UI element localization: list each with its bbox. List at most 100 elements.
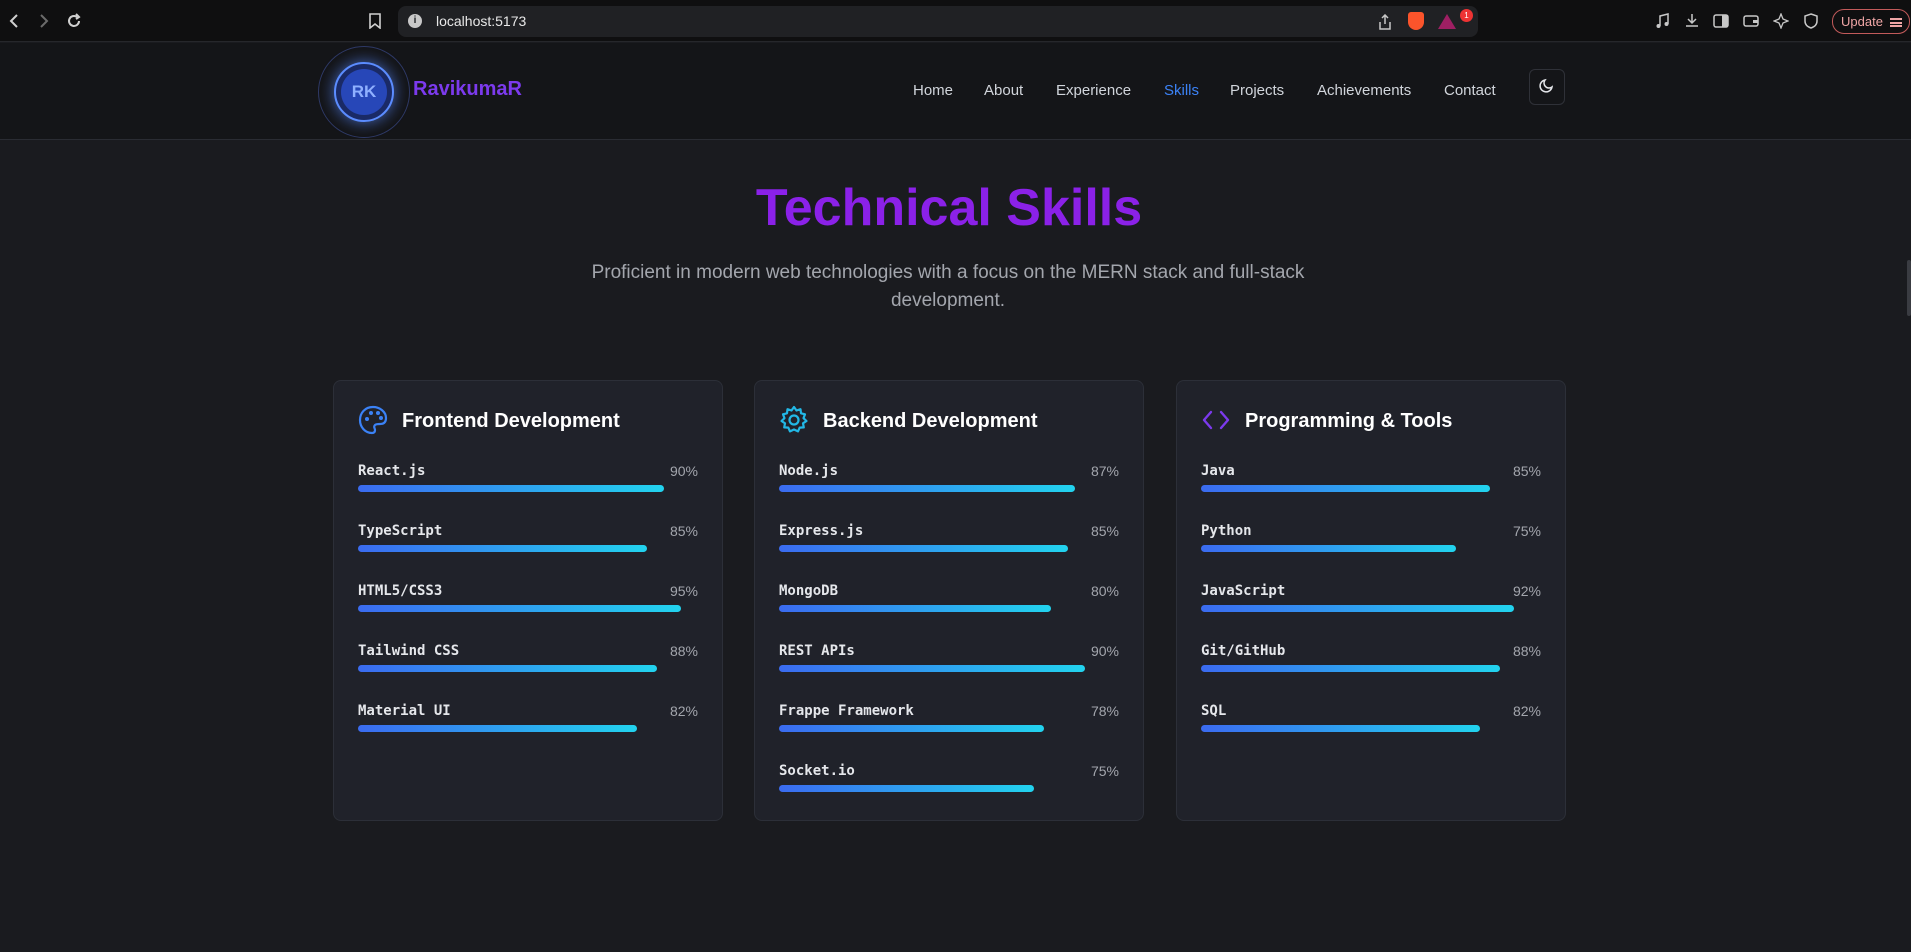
nav-home[interactable]: Home: [913, 82, 953, 99]
skill-name: Java: [1201, 463, 1235, 479]
url-text: localhost:5173: [436, 13, 527, 29]
skill-item: JavaScript 92%: [1201, 583, 1541, 619]
media-icon[interactable]: [1654, 12, 1672, 30]
site-info-icon[interactable]: i: [408, 14, 422, 28]
progress-fill: [1201, 665, 1501, 672]
skill-name: MongoDB: [779, 583, 839, 599]
progress-fill: [1201, 605, 1514, 612]
progress-fill: [779, 545, 1068, 552]
skill-item: REST APIs 90%: [779, 643, 1119, 679]
site-header: RK RavikumaR Home About Experience Skill…: [0, 43, 1911, 140]
skill-card-tools: Programming & Tools Java 85% Python 75% …: [1176, 380, 1566, 821]
brave-shields-icon[interactable]: [1408, 12, 1424, 30]
skill-percent: 90%: [669, 463, 698, 479]
progress-fill: [358, 665, 658, 672]
skill-item: Python 75%: [1201, 523, 1541, 559]
skill-name: SQL: [1201, 703, 1227, 719]
wallet-icon[interactable]: [1742, 12, 1760, 30]
skill-name: Material UI: [358, 703, 451, 719]
card-title: Programming & Tools: [1245, 410, 1453, 432]
skill-item: Express.js 85%: [779, 523, 1119, 559]
share-icon[interactable]: [1378, 14, 1392, 30]
logo-initials: RK: [341, 69, 387, 115]
progress-track: [779, 485, 1119, 492]
progress-fill: [779, 665, 1085, 672]
notification-badge: 1: [1460, 9, 1473, 22]
section-subtitle: Proficient in modern web technologies wi…: [591, 262, 1305, 311]
progress-track: [779, 785, 1119, 792]
progress-track: [358, 485, 698, 492]
progress-track: [358, 605, 698, 612]
back-icon[interactable]: [4, 11, 24, 31]
skill-percent: 80%: [1090, 583, 1119, 599]
gear-icon: [779, 405, 809, 435]
skill-item: SQL 82%: [1201, 703, 1541, 739]
progress-track: [779, 725, 1119, 732]
skill-name: Node.js: [779, 463, 839, 479]
progress-fill: [779, 785, 1034, 792]
skill-percent: 85%: [1090, 523, 1119, 539]
section-title: Technical Skills: [755, 179, 1143, 237]
skill-name: Frappe Framework: [779, 703, 914, 719]
brave-rewards-icon[interactable]: [1438, 14, 1456, 29]
brand-name[interactable]: RavikumaR: [413, 78, 522, 101]
skill-name: HTML5/CSS3: [358, 583, 443, 599]
download-icon[interactable]: [1683, 12, 1701, 30]
progress-fill: [1201, 545, 1456, 552]
progress-track: [779, 665, 1119, 672]
skill-percent: 95%: [669, 583, 698, 599]
reload-icon[interactable]: [64, 11, 84, 31]
skill-percent: 85%: [1512, 463, 1541, 479]
scrollbar-thumb[interactable]: [1907, 260, 1911, 316]
progress-fill: [358, 725, 637, 732]
progress-track: [358, 665, 698, 672]
leo-ai-icon[interactable]: [1772, 12, 1790, 30]
progress-fill: [1201, 485, 1490, 492]
skill-item: Socket.io 75%: [779, 763, 1119, 799]
skill-card-frontend: Frontend Development React.js 90% TypeSc…: [333, 380, 723, 821]
nav-experience[interactable]: Experience: [1056, 82, 1131, 99]
skill-name: Socket.io: [779, 763, 855, 779]
progress-track: [779, 605, 1119, 612]
progress-track: [1201, 725, 1541, 732]
progress-fill: [358, 545, 647, 552]
skill-item: Git/GitHub 88%: [1201, 643, 1541, 679]
skill-item: Material UI 82%: [358, 703, 698, 739]
skill-name: Express.js: [779, 523, 864, 539]
progress-track: [1201, 545, 1541, 552]
vpn-icon[interactable]: [1802, 12, 1820, 30]
logo[interactable]: RK: [334, 62, 394, 122]
skill-item: Tailwind CSS 88%: [358, 643, 698, 679]
skill-percent: 90%: [1090, 643, 1119, 659]
nav-about[interactable]: About: [984, 82, 1023, 99]
skill-percent: 87%: [1090, 463, 1119, 479]
progress-fill: [358, 605, 681, 612]
bookmark-icon[interactable]: [365, 11, 385, 31]
nav-projects[interactable]: Projects: [1230, 82, 1284, 99]
skill-item: Node.js 87%: [779, 463, 1119, 499]
nav-achievements[interactable]: Achievements: [1317, 82, 1411, 99]
progress-track: [779, 545, 1119, 552]
card-title: Frontend Development: [402, 410, 620, 432]
progress-track: [358, 545, 698, 552]
skill-name: Git/GitHub: [1201, 643, 1286, 659]
theme-toggle-button[interactable]: [1529, 69, 1565, 105]
moon-icon: [1539, 77, 1555, 98]
skill-percent: 82%: [1512, 703, 1541, 719]
progress-track: [1201, 665, 1541, 672]
skill-percent: 85%: [669, 523, 698, 539]
browser-toolbar: i localhost:5173 1 Update: [0, 0, 1911, 42]
nav-skills[interactable]: Skills: [1164, 82, 1199, 99]
skill-name: JavaScript: [1201, 583, 1286, 599]
nav-contact[interactable]: Contact: [1444, 82, 1496, 99]
skill-percent: 88%: [1512, 643, 1541, 659]
progress-track: [1201, 605, 1541, 612]
skill-name: REST APIs: [779, 643, 855, 659]
palette-icon: [358, 405, 388, 435]
progress-fill: [358, 485, 664, 492]
progress-fill: [779, 725, 1045, 732]
address-bar[interactable]: i localhost:5173: [398, 6, 1478, 37]
sidebar-icon[interactable]: [1712, 12, 1730, 30]
forward-icon[interactable]: [34, 11, 54, 31]
update-button[interactable]: Update: [1832, 9, 1910, 34]
